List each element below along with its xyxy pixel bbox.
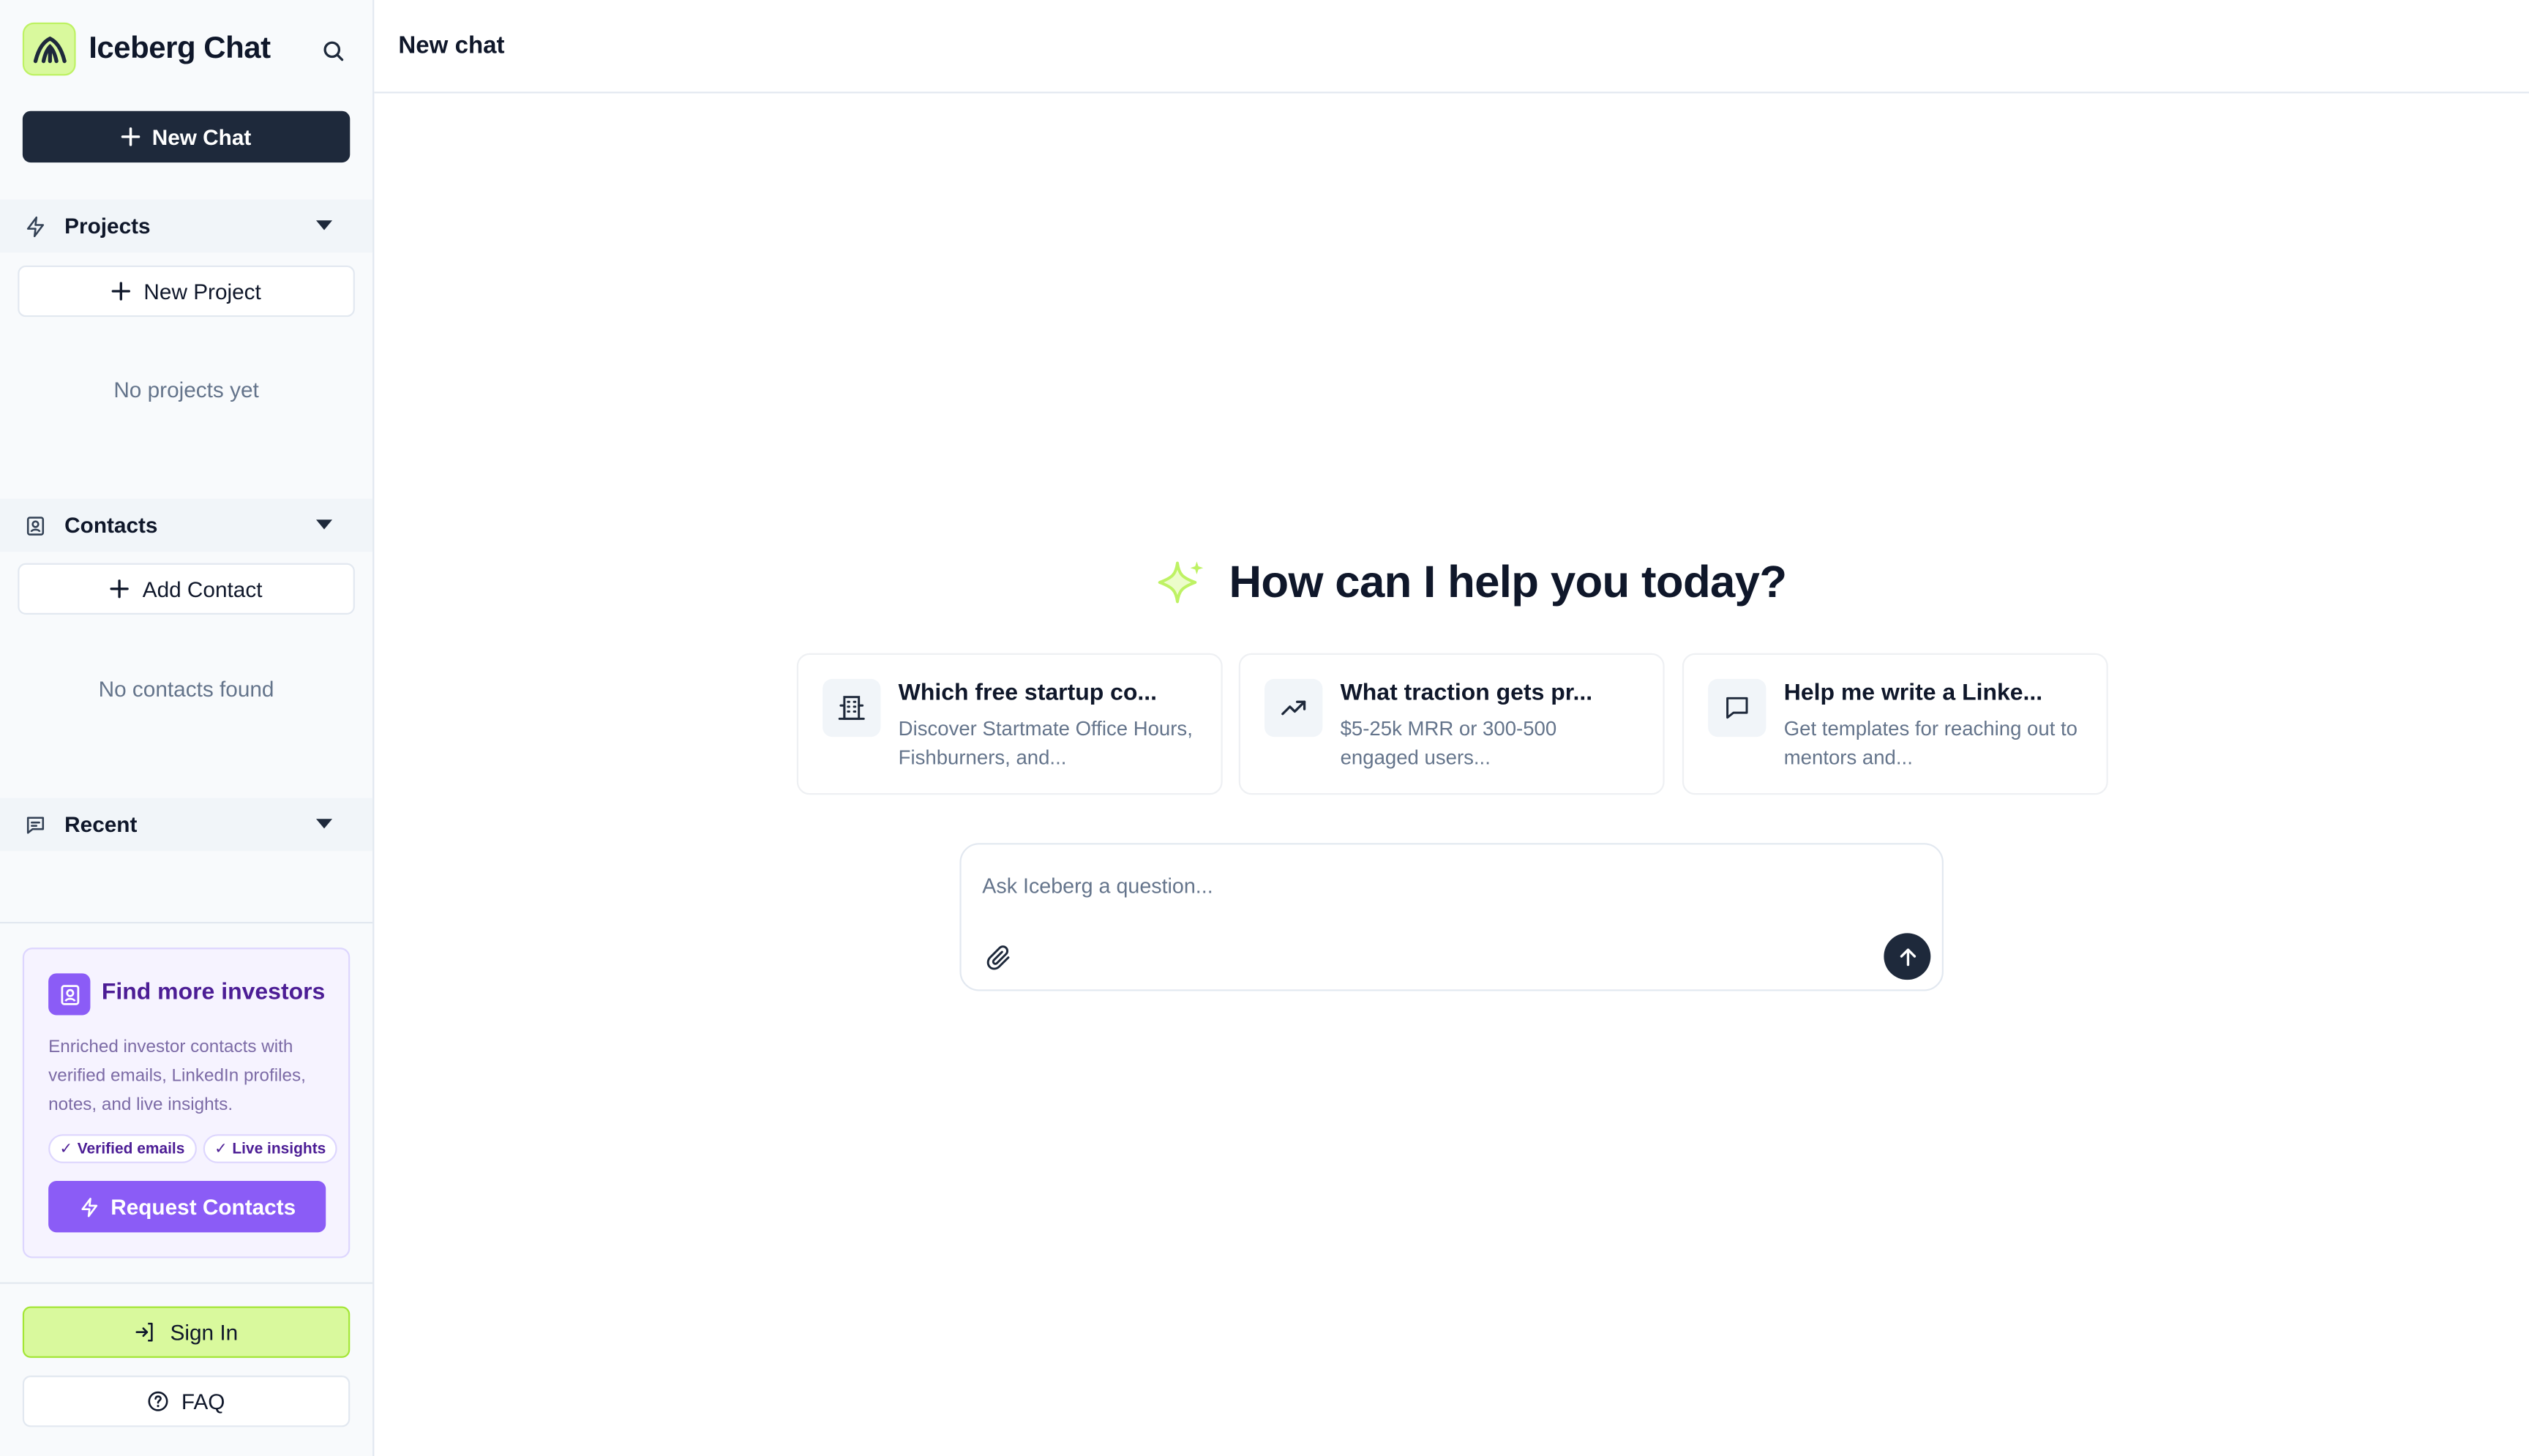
suggestion-card[interactable]: What traction gets pr... $5-25k MRR or 3… xyxy=(1238,653,1665,795)
contacts-empty-text: No contacts found xyxy=(98,677,274,702)
verified-emails-chip: ✓ Verified emails xyxy=(48,1134,196,1163)
building-icon xyxy=(823,678,881,738)
message-list-icon xyxy=(26,816,45,833)
add-contact-button[interactable]: Add Contact xyxy=(18,563,355,615)
live-insights-chip: ✓ Live insights xyxy=(203,1134,337,1163)
new-project-button[interactable]: New Project xyxy=(18,265,355,318)
faq-label: FAQ xyxy=(181,1389,225,1414)
contact-card-icon xyxy=(48,973,91,1016)
chevron-down-icon xyxy=(316,819,333,829)
paperclip-icon xyxy=(986,945,1009,969)
new-chat-button[interactable]: New Chat xyxy=(22,110,351,163)
hero-title: How can I help you today? xyxy=(1229,556,1788,607)
faq-button[interactable]: FAQ xyxy=(22,1376,351,1427)
search-button[interactable] xyxy=(316,34,348,66)
find-investors-card: Find more investors Enriched investor co… xyxy=(22,947,351,1258)
suggestion-title: Help me write a Linke... xyxy=(1783,680,2043,707)
request-contacts-button[interactable]: Request Contacts xyxy=(48,1180,326,1233)
plus-icon xyxy=(121,127,140,146)
sign-in-button[interactable]: Sign In xyxy=(22,1306,351,1358)
trending-up-icon xyxy=(1264,678,1323,738)
plus-icon xyxy=(110,579,130,598)
arrow-up-icon xyxy=(1899,947,1916,966)
request-contacts-label: Request Contacts xyxy=(110,1194,296,1219)
search-icon xyxy=(323,40,343,61)
projects-label: Projects xyxy=(64,214,151,239)
sidebar-divider xyxy=(0,1282,373,1284)
iceberg-logo-icon xyxy=(22,22,76,76)
suggestion-card[interactable]: Which free startup co... Discover Startm… xyxy=(796,653,1223,795)
chevron-down-icon xyxy=(316,519,333,530)
chat-input[interactable] xyxy=(982,868,1918,901)
suggestion-card[interactable]: Help me write a Linke... Get templates f… xyxy=(1682,653,2108,795)
suggestion-title: What traction gets pr... xyxy=(1340,680,1593,707)
add-contact-label: Add Contact xyxy=(142,577,263,601)
recent-section-toggle[interactable]: Recent xyxy=(0,798,373,852)
projects-section-toggle[interactable]: Projects xyxy=(0,199,373,253)
contacts-label: Contacts xyxy=(64,513,158,538)
recent-label: Recent xyxy=(64,812,138,837)
new-project-label: New Project xyxy=(143,279,261,304)
chip-label: Live insights xyxy=(232,1139,326,1158)
sidebar: Iceberg Chat New Chat Projects New Proje… xyxy=(0,0,375,1456)
chat-composer xyxy=(959,843,1944,991)
zap-icon xyxy=(80,1196,97,1217)
contacts-section-toggle[interactable]: Contacts xyxy=(0,498,373,552)
promo-description: Enriched investor contacts with verified… xyxy=(48,1037,306,1115)
sidebar-divider xyxy=(0,921,373,924)
help-circle-icon xyxy=(149,1391,169,1411)
page-title: New chat xyxy=(398,31,505,60)
log-in-icon xyxy=(136,1322,154,1342)
sign-in-label: Sign In xyxy=(170,1320,239,1345)
attach-file-button[interactable] xyxy=(982,941,1014,973)
promo-title: Find more investors xyxy=(101,980,326,1006)
send-button[interactable] xyxy=(1884,933,1931,980)
check-icon: ✓ xyxy=(214,1139,228,1158)
top-bar: New chat xyxy=(374,0,2529,94)
plus-icon xyxy=(111,282,131,301)
message-square-icon xyxy=(1708,678,1766,738)
projects-empty-text: No projects yet xyxy=(113,378,259,402)
chevron-down-icon xyxy=(316,220,333,230)
app-name: Iceberg Chat xyxy=(89,31,271,66)
zap-icon xyxy=(26,215,45,237)
check-icon: ✓ xyxy=(59,1139,73,1158)
suggestion-title: Which free startup co... xyxy=(898,680,1158,707)
sparkles-icon xyxy=(1158,561,1204,604)
suggestion-description: $5-25k MRR or 300-500 engaged users... xyxy=(1340,717,1557,770)
brand[interactable]: Iceberg Chat xyxy=(22,22,271,76)
welcome-heading: How can I help you today? xyxy=(1155,553,1788,611)
chip-label: Verified emails xyxy=(77,1139,185,1158)
contact-card-icon xyxy=(26,516,45,535)
new-chat-label: New Chat xyxy=(151,124,252,149)
suggestion-description: Get templates for reaching out to mentor… xyxy=(1783,717,2077,770)
suggestion-description: Discover Startmate Office Hours, Fishbur… xyxy=(898,717,1193,770)
